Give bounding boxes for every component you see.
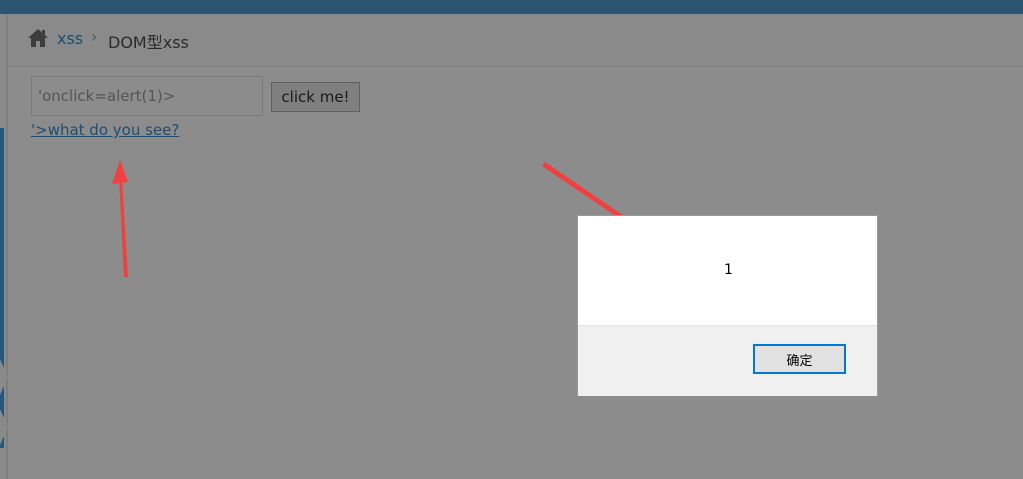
sidebar-edge (0, 14, 8, 479)
sidebar-notch (0, 359, 8, 395)
sidebar-notch (0, 409, 8, 445)
breadcrumb-separator: › (91, 27, 98, 46)
alert-message: 1 (724, 262, 733, 278)
payload-input[interactable] (31, 76, 263, 116)
click-me-button[interactable]: click me! (271, 82, 360, 112)
dialog-body: 1 (578, 216, 877, 325)
top-nav-bar (0, 0, 1023, 14)
breadcrumb-link-xss[interactable]: xss (57, 29, 83, 48)
ok-button[interactable]: 确定 (753, 344, 846, 374)
sidebar-strip (0, 128, 4, 448)
dialog-footer: 确定 (578, 325, 877, 396)
result-link[interactable]: '>what do you see? (31, 121, 179, 139)
breadcrumb-current: DOM型xss (108, 33, 189, 52)
breadcrumb: xss › DOM型xss (8, 14, 1023, 67)
home-icon[interactable] (27, 28, 49, 48)
alert-dialog: 1 确定 (577, 215, 878, 396)
